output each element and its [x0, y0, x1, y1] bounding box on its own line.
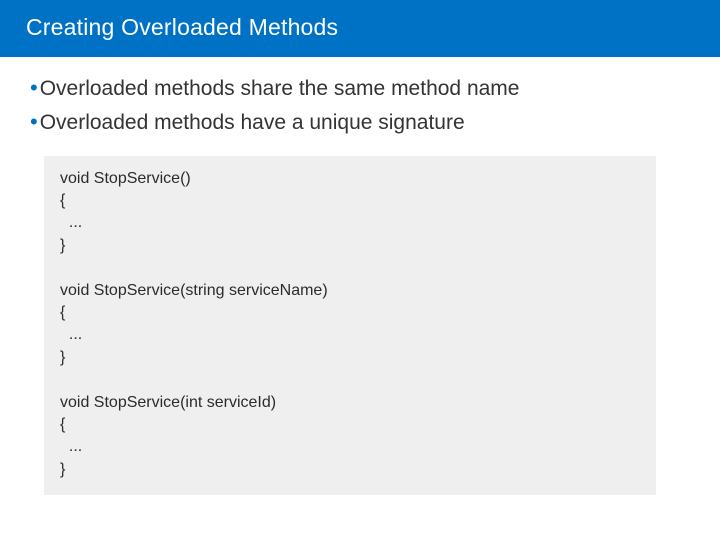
bullet-text: Overloaded methods share the same method… [40, 75, 520, 103]
list-item: • Overloaded methods have a unique signa… [30, 109, 690, 137]
bullet-text: Overloaded methods have a unique signatu… [40, 109, 465, 137]
slide-content: • Overloaded methods share the same meth… [0, 57, 720, 495]
slide-header: Creating Overloaded Methods [0, 0, 720, 57]
bullet-icon: • [30, 111, 38, 133]
bullet-list: • Overloaded methods share the same meth… [30, 75, 690, 138]
slide-title: Creating Overloaded Methods [26, 14, 338, 40]
bullet-icon: • [30, 77, 38, 99]
code-block: void StopService() { ... } void StopServ… [44, 156, 656, 495]
list-item: • Overloaded methods share the same meth… [30, 75, 690, 103]
